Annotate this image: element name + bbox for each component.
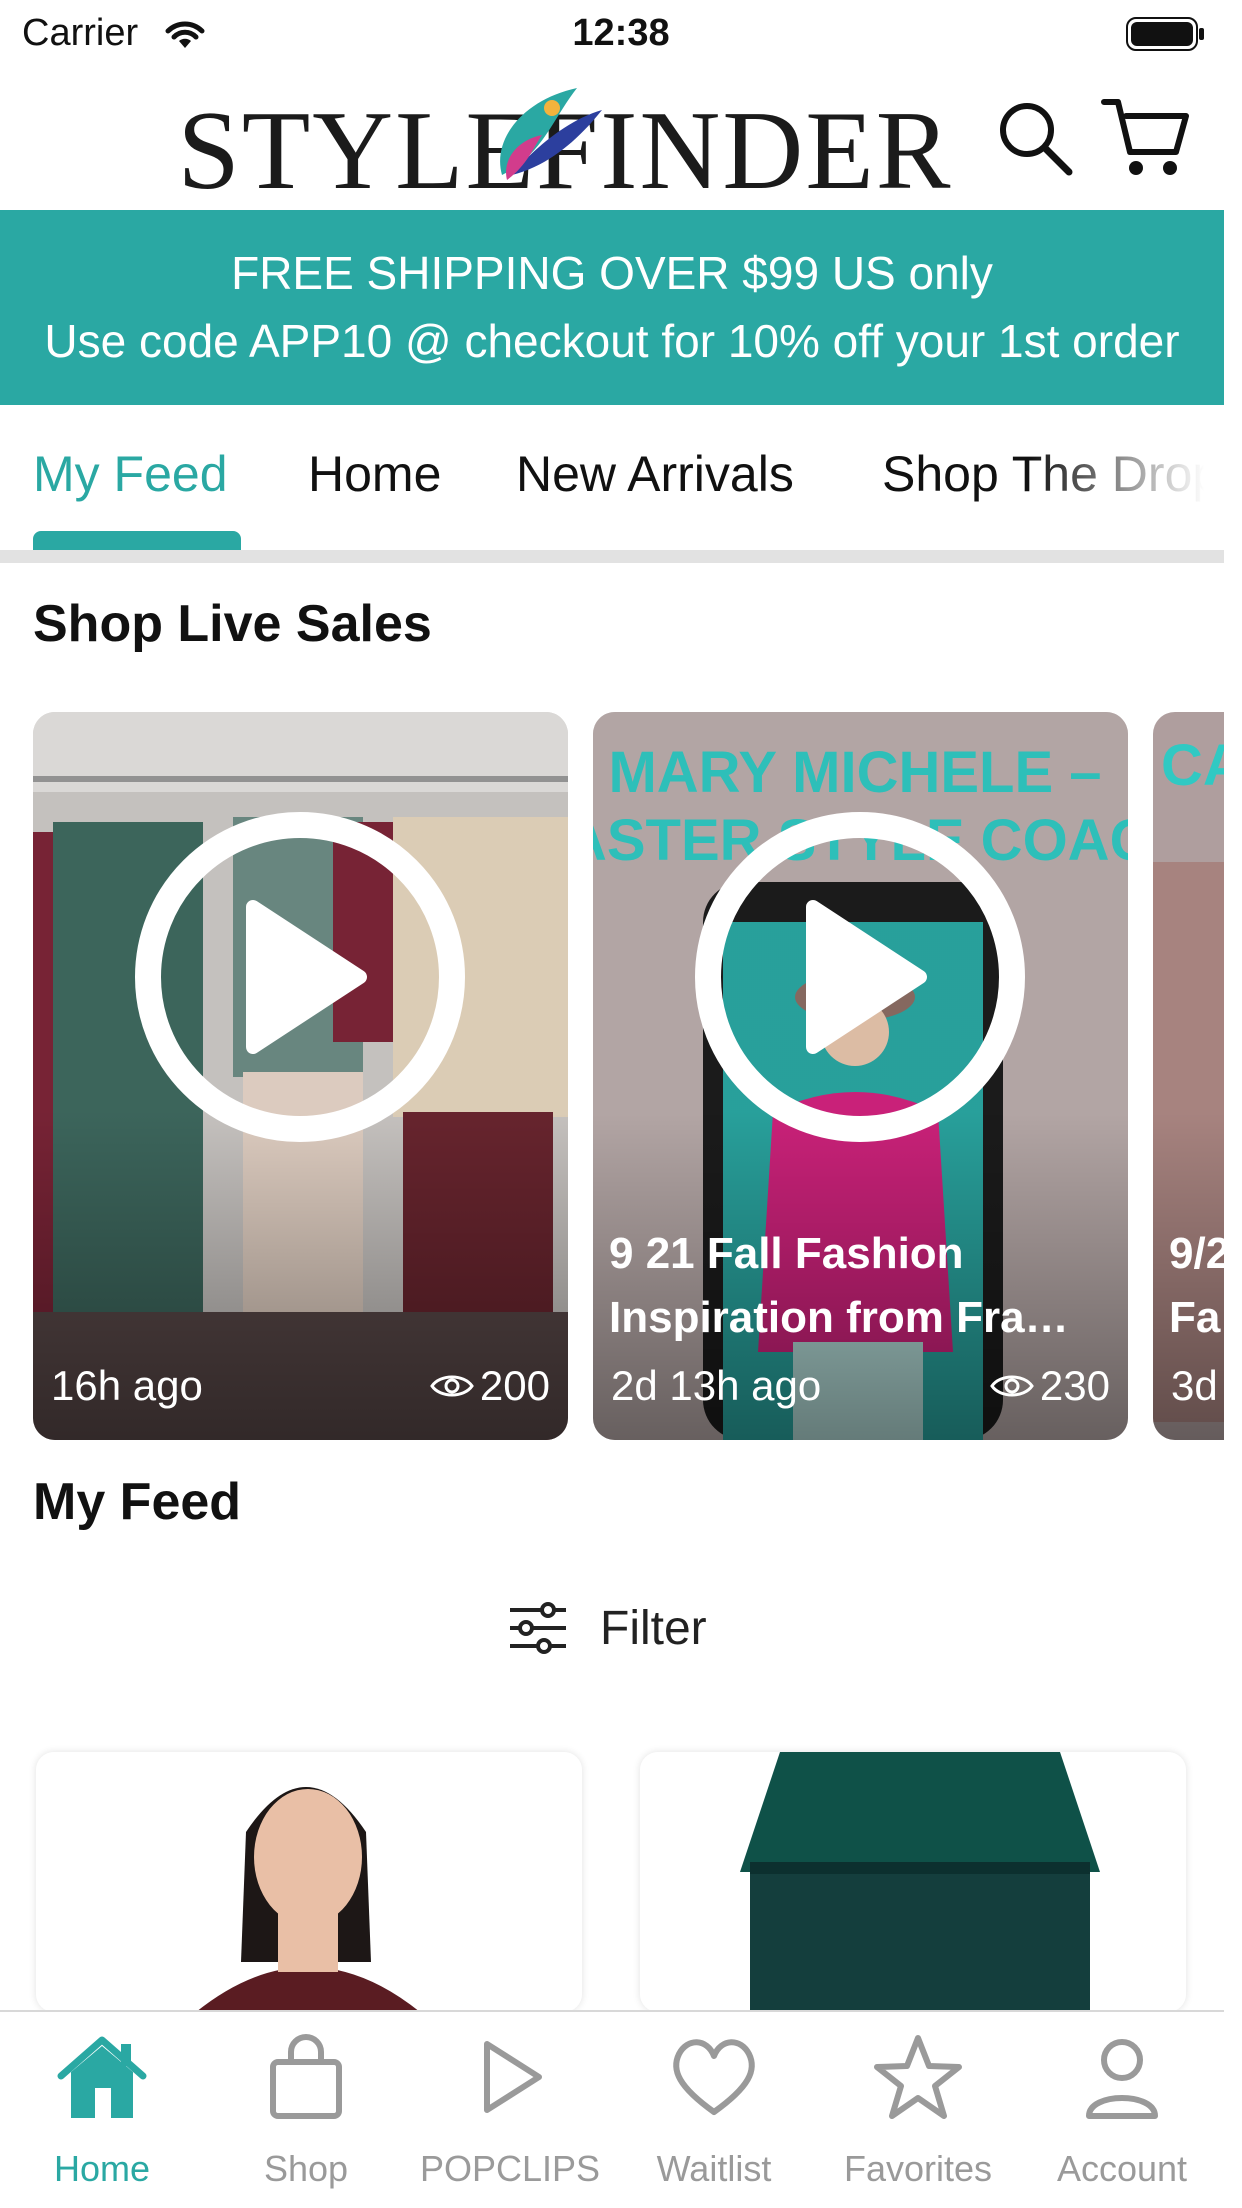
nav-label: Shop: [263, 2148, 349, 2189]
play-icon[interactable]: [135, 812, 465, 1142]
cart-icon[interactable]: [1100, 94, 1190, 180]
tabs-fade-overlay: [1030, 405, 1224, 535]
live-sale-card[interactable]: CA 9/2 Fa 3d: [1153, 712, 1224, 1440]
nav-waitlist[interactable]: Waitlist: [612, 2012, 816, 2208]
nav-label: Waitlist: [656, 2148, 772, 2189]
filter-sliders-icon: [510, 1602, 566, 1654]
product-card[interactable]: [640, 1752, 1186, 2012]
battery-icon: [1126, 17, 1204, 51]
nav-shop[interactable]: Shop: [204, 2012, 408, 2208]
shopping-bag-icon: [270, 2034, 342, 2119]
nav-label: Home: [53, 2148, 151, 2189]
my-feed-title: My Feed: [33, 1473, 242, 1531]
search-icon[interactable]: [995, 98, 1075, 178]
status-bar: Carrier 12:38: [0, 0, 1242, 70]
app-header: STYLEFINDER: [0, 70, 1242, 210]
tabs-divider: [0, 550, 1224, 563]
product-card[interactable]: [36, 1752, 582, 2012]
promo-shipping-text: FREE SHIPPING OVER $99 US only: [231, 247, 993, 299]
filter-button[interactable]: Filter: [508, 1598, 707, 1658]
card-title: 9/2 Fa: [1169, 1229, 1224, 1342]
live-sales-title: Shop Live Sales: [33, 595, 432, 653]
clock: 12:38: [572, 12, 670, 54]
play-outline-icon: [484, 2041, 542, 2113]
tab-new-arrivals[interactable]: New Arrivals: [516, 445, 794, 503]
card-view-count: 230: [990, 1362, 1110, 1410]
eye-icon: [430, 1375, 474, 1397]
tab-my-feed[interactable]: My Feed: [33, 445, 228, 503]
home-icon: [57, 2036, 147, 2118]
category-tabs: My Feed Home New Arrivals Shop The Drop: [0, 405, 1224, 565]
filter-label: Filter: [600, 1601, 707, 1655]
card-title: 9 21 Fall Fashion Inspiration from Fra…: [609, 1229, 1069, 1342]
view-count-value: 200: [479, 1362, 550, 1409]
nav-popclips[interactable]: POPCLIPS: [408, 2012, 612, 2208]
nav-label: POPCLIPS: [419, 2148, 601, 2189]
nav-favorites[interactable]: Favorites: [816, 2012, 1020, 2208]
heart-icon: [673, 2039, 755, 2115]
card-time-ago: 3d: [1171, 1362, 1218, 1409]
nav-home[interactable]: Home: [0, 2012, 204, 2208]
nav-label: Account: [1056, 2148, 1188, 2189]
play-icon[interactable]: [695, 812, 1025, 1142]
promo-banner[interactable]: FREE SHIPPING OVER $99 US only Use code …: [0, 210, 1224, 405]
star-icon: [874, 2035, 962, 2119]
active-tab-indicator: [33, 531, 241, 551]
tab-home[interactable]: Home: [308, 445, 441, 503]
user-icon: [1086, 2039, 1158, 2119]
product-image: [36, 1752, 582, 2012]
product-image: [640, 1752, 1186, 2012]
live-sales-carousel[interactable]: 16h ago 200 MARY MICHELE – MASTER STYLE …: [0, 712, 1224, 1440]
eye-icon: [990, 1375, 1034, 1397]
card-time-ago: 2d 13h ago: [611, 1362, 822, 1409]
live-sale-card[interactable]: MARY MICHELE – MASTER STYLE COACH 9 21 F…: [593, 712, 1128, 1440]
style-finder-logo[interactable]: STYLEFINDER: [170, 80, 960, 200]
promo-code-text: Use code APP10 @ checkout for 10% off yo…: [44, 315, 1180, 367]
card-view-count: 200: [430, 1362, 550, 1410]
card-time-ago: 16h ago: [51, 1362, 203, 1409]
live-sale-card[interactable]: 16h ago 200: [33, 712, 568, 1440]
view-count-value: 230: [1039, 1362, 1110, 1409]
nav-account[interactable]: Account: [1020, 2012, 1224, 2208]
nav-label: Favorites: [843, 2148, 993, 2189]
bottom-nav-bar: Home Shop POPCLIPS Waitlist Favorites Ac…: [0, 2010, 1224, 2208]
card-overlay-text: CA: [1161, 733, 1224, 798]
